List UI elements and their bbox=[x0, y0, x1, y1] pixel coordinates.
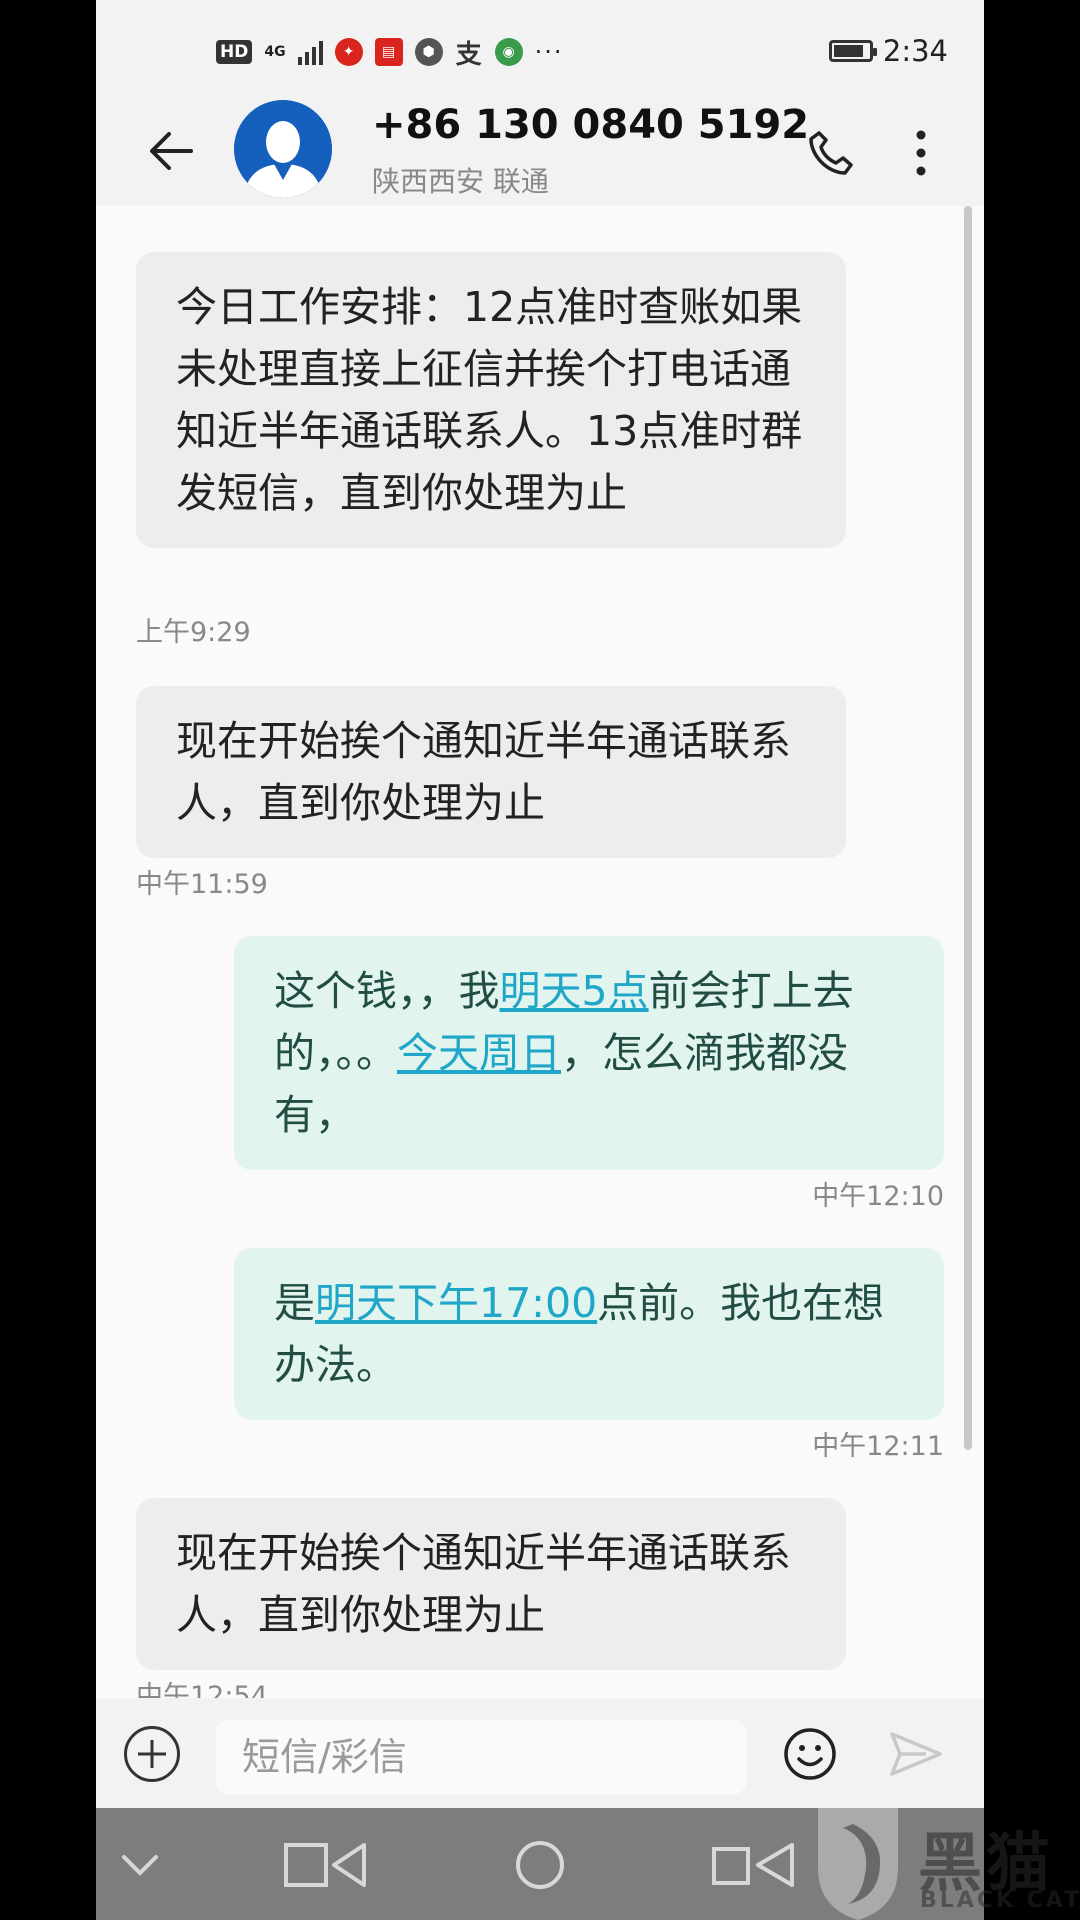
add-attachment-button[interactable] bbox=[124, 1726, 180, 1782]
call-button[interactable] bbox=[796, 118, 866, 188]
shield-app-icon: ⬢ bbox=[414, 38, 443, 66]
emoji-button[interactable] bbox=[782, 1726, 838, 1782]
home-circle-icon bbox=[516, 1841, 564, 1889]
recents-icon bbox=[712, 1843, 794, 1887]
contact-location: 陕西西安 联通 bbox=[372, 165, 549, 198]
message-timestamp: 中午12:11 bbox=[812, 1431, 944, 1462]
phone-icon bbox=[809, 131, 853, 175]
nav-recents-button[interactable] bbox=[708, 1838, 798, 1892]
news-app-icon: ▤ bbox=[374, 38, 403, 66]
scrollbar[interactable] bbox=[964, 206, 972, 1450]
message-text: 现在开始挨个通知近半年通话联系人，直到你处理为止 bbox=[176, 717, 791, 827]
status-icons-left: HD 4G ✦ ▤ ⬢ 支 ◉ ··· bbox=[216, 38, 564, 70]
alipay-icon: 支 bbox=[455, 39, 482, 70]
message-timestamp: 中午12:10 bbox=[812, 1181, 944, 1212]
message-timestamp: 中午11:59 bbox=[136, 869, 268, 900]
emoji-icon bbox=[784, 1728, 836, 1780]
contact-number[interactable]: +86 130 0840 5192 bbox=[372, 102, 809, 148]
status-icons-right: 2:34 bbox=[828, 34, 948, 68]
battery-icon bbox=[828, 40, 877, 62]
more-notifications-icon: ··· bbox=[534, 38, 564, 66]
outgoing-message-bubble[interactable]: 是明天下午17:00点前。我也在想办法。 bbox=[234, 1248, 944, 1420]
message-input[interactable] bbox=[216, 1720, 746, 1794]
hd-badge: HD bbox=[216, 40, 253, 64]
clock: 2:34 bbox=[882, 34, 948, 68]
message-text: 是 bbox=[274, 1279, 315, 1327]
message-text: 今日工作安排：12点准时查账如果未处理直接上征信并挨个打电话通知近半年通话联系人… bbox=[176, 283, 803, 517]
back-triangle-icon bbox=[284, 1843, 366, 1887]
outgoing-message-bubble[interactable]: 这个钱，，我明天5点前会打上去的，。。今天周日，怎么滴我都没有， bbox=[234, 936, 944, 1170]
back-arrow-icon bbox=[150, 132, 193, 170]
message-timestamp: 上午9:29 bbox=[136, 617, 251, 648]
message-timestamp: 中午12:54 bbox=[136, 1681, 268, 1698]
messaging-screen: HD 4G ✦ ▤ ⬢ 支 ◉ ··· 2:34 +86 130 0840 51… bbox=[96, 0, 984, 1920]
person-silhouette-icon bbox=[234, 100, 332, 198]
status-bar: HD 4G ✦ ▤ ⬢ 支 ◉ ··· 2:34 bbox=[96, 0, 984, 96]
send-button[interactable] bbox=[886, 1726, 946, 1782]
bank-app-icon: ✦ bbox=[334, 38, 363, 66]
conversation-header: +86 130 0840 5192 陕西西安 联通 bbox=[96, 96, 984, 206]
system-navigation-bar bbox=[96, 1808, 984, 1920]
date-link[interactable]: 明天下午17:00 bbox=[315, 1279, 597, 1327]
message-text: 这个钱，，我 bbox=[274, 967, 500, 1015]
incoming-message-bubble[interactable]: 现在开始挨个通知近半年通话联系人，直到你处理为止 bbox=[136, 686, 846, 858]
nav-home-button[interactable] bbox=[510, 1838, 570, 1892]
nav-back-button[interactable] bbox=[280, 1838, 370, 1892]
back-button[interactable] bbox=[136, 116, 206, 186]
incoming-message-bubble[interactable]: 现在开始挨个通知近半年通话联系人，直到你处理为止 bbox=[136, 1498, 846, 1670]
signal-icon bbox=[297, 39, 323, 65]
chevron-down-icon bbox=[122, 1855, 158, 1876]
compose-bar bbox=[96, 1698, 984, 1808]
more-options-button[interactable] bbox=[886, 118, 956, 188]
send-icon bbox=[890, 1732, 942, 1776]
more-vertical-icon bbox=[916, 130, 926, 176]
date-link[interactable]: 今天周日 bbox=[397, 1029, 561, 1077]
network-type: 4G bbox=[264, 44, 286, 60]
incoming-message-bubble[interactable]: 今日工作安排：12点准时查账如果未处理直接上征信并挨个打电话通知近半年通话联系人… bbox=[136, 252, 846, 548]
hide-keyboard-button[interactable] bbox=[110, 1838, 170, 1892]
message-text: 现在开始挨个通知近半年通话联系人，直到你处理为止 bbox=[176, 1529, 791, 1639]
date-link[interactable]: 明天5点 bbox=[500, 967, 649, 1015]
contact-avatar[interactable] bbox=[234, 100, 332, 198]
message-list[interactable]: 今日工作安排：12点准时查账如果未处理直接上征信并挨个打电话通知近半年通话联系人… bbox=[96, 206, 984, 1698]
browser-app-icon: ◉ bbox=[494, 38, 523, 66]
